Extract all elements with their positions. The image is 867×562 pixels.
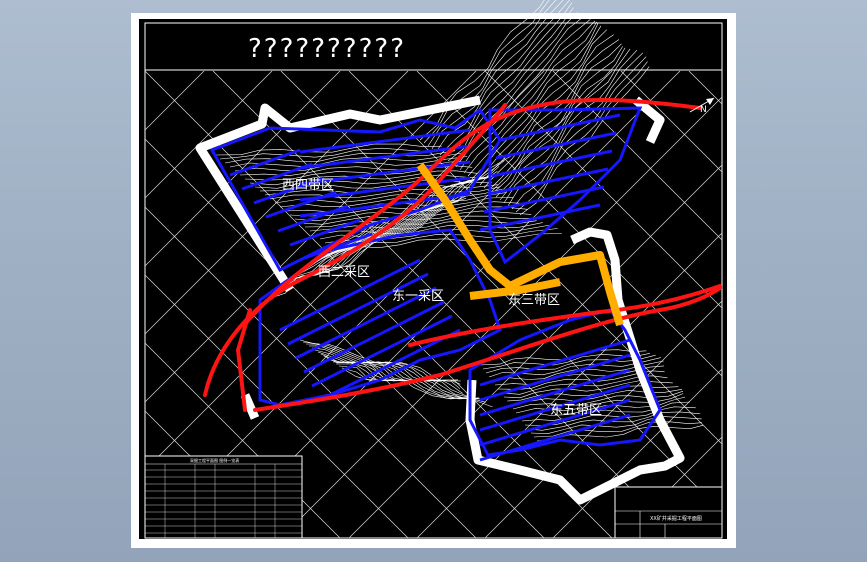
north-label: N [700, 105, 707, 115]
region-label-east-3: 东三带区 [508, 293, 560, 308]
legend-table: 采掘工程平面图 图例一览表 [144, 455, 303, 539]
cad-drawing: ?????????? 西四带区 西二采区 东一采区 东三带区 东五带区 N 采掘… [139, 0, 867, 539]
region-label-east-1: 东一采区 [392, 289, 444, 304]
titleblock-name: XX矿井采掘工程平面图 [650, 515, 702, 522]
region-label-west-4: 西四带区 [282, 178, 334, 193]
legend-title: 采掘工程平面图 图例一览表 [190, 457, 239, 463]
drawing-title: ?????????? [248, 34, 406, 64]
grid-line [757, 71, 867, 538]
grid-line [825, 71, 867, 538]
region-label-east-5: 东五带区 [550, 403, 602, 418]
region-label-west-2: 西二采区 [318, 265, 370, 280]
grid-line [757, 71, 867, 538]
title-block: XX矿井采掘工程平面图 [614, 486, 723, 539]
grid-line [825, 71, 867, 538]
